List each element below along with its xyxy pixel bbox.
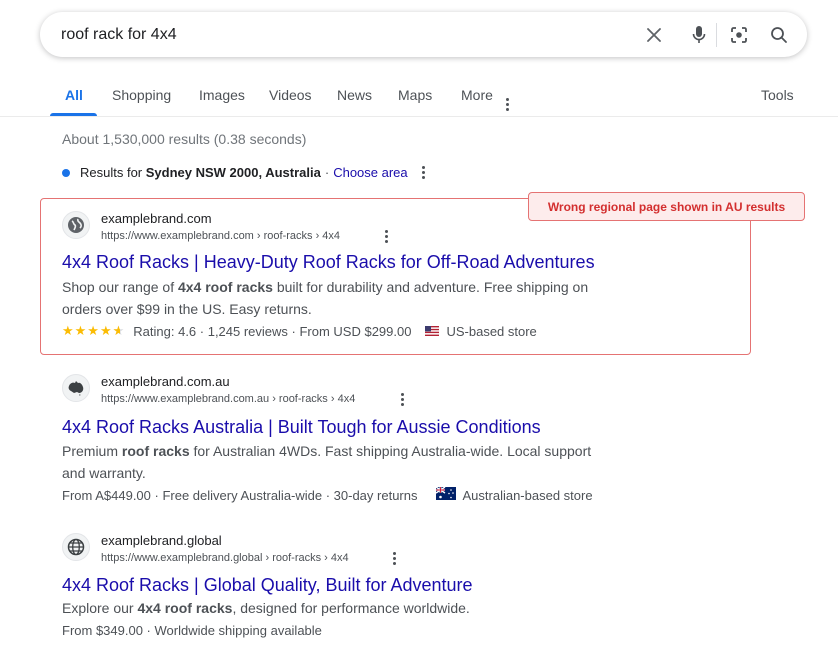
- site-name[interactable]: examplebrand.com.au: [101, 374, 230, 389]
- snippet-bold: 4x4 roof racks: [137, 600, 233, 616]
- tab-images[interactable]: Images: [199, 87, 245, 103]
- choose-area-link[interactable]: Choose area: [333, 165, 407, 180]
- snippet-text: and warranty.: [62, 465, 146, 481]
- snippet-text: orders over $99 in the US. Easy returns.: [62, 301, 312, 317]
- tabs-divider: [0, 116, 838, 117]
- meta-text: From A$449.00 · Free delivery Australia-…: [62, 487, 418, 503]
- result-options-icon[interactable]: [385, 230, 388, 243]
- location-prefix: Results for: [80, 165, 143, 180]
- tab-videos[interactable]: Videos: [269, 87, 312, 103]
- snippet-text: for Australian 4WDs. Fast shipping Austr…: [189, 443, 592, 459]
- result-options-icon[interactable]: [401, 393, 404, 406]
- search-input[interactable]: [61, 26, 621, 44]
- tab-more-label: More: [461, 87, 493, 103]
- search-result: examplebrand.com https://www.examplebran…: [62, 211, 752, 351]
- snippet-text: built for durability and adventure. Free…: [272, 279, 589, 295]
- search-result: examplebrand.com.au https://www.exampleb…: [62, 374, 752, 504]
- result-title-link[interactable]: 4x4 Roof Racks Australia | Built Tough f…: [62, 417, 541, 438]
- tab-shopping[interactable]: Shopping: [112, 87, 171, 103]
- tab-more[interactable]: More: [461, 87, 509, 111]
- location-place: Sydney NSW 2000, Australia: [145, 165, 321, 180]
- meta-text: From $349.00 · Worldwide shipping availa…: [62, 623, 322, 638]
- search-icon[interactable]: [768, 24, 790, 46]
- microphone-icon[interactable]: [688, 24, 710, 46]
- location-options-icon[interactable]: [421, 166, 425, 179]
- result-meta: ★★★★★ ★ Rating: 4.6 · 1,245 reviews · Fro…: [62, 323, 537, 339]
- result-meta: From A$449.00 · Free delivery Australia-…: [62, 486, 593, 503]
- store-label: US-based store: [446, 323, 537, 339]
- result-meta: From $349.00 · Worldwide shipping availa…: [62, 623, 322, 638]
- rating-text: Rating: 4.6 · 1,245 reviews · From USD $…: [133, 323, 412, 339]
- tab-news[interactable]: News: [337, 87, 372, 103]
- result-snippet: Premium roof racks for Australian 4WDs. …: [62, 440, 591, 484]
- tools-button[interactable]: Tools: [761, 87, 794, 103]
- tab-maps[interactable]: Maps: [398, 87, 432, 103]
- australia-map-icon: [62, 374, 90, 402]
- search-bar[interactable]: [40, 12, 807, 57]
- tab-all[interactable]: All: [65, 87, 83, 103]
- result-stats: About 1,530,000 results (0.38 seconds): [62, 131, 307, 147]
- location-dot-icon: [62, 168, 70, 177]
- result-title-link[interactable]: 4x4 Roof Racks | Heavy-Duty Roof Racks f…: [62, 252, 595, 273]
- lens-icon[interactable]: [728, 24, 750, 46]
- result-title-link[interactable]: 4x4 Roof Racks | Global Quality, Built f…: [62, 575, 473, 596]
- snippet-text: Premium: [62, 443, 122, 459]
- site-url[interactable]: https://www.examplebrand.global › roof-r…: [101, 552, 349, 564]
- search-result: examplebrand.global https://www.exampleb…: [62, 533, 752, 643]
- store-label: Australian-based store: [462, 487, 593, 503]
- us-flag-icon: [425, 324, 440, 339]
- snippet-text: Shop our range of: [62, 279, 178, 295]
- site-url[interactable]: https://www.examplebrand.com.au › roof-r…: [101, 393, 355, 405]
- site-name[interactable]: examplebrand.global: [101, 533, 222, 548]
- result-options-icon[interactable]: [393, 552, 396, 565]
- australia-flag-icon: [435, 486, 456, 503]
- result-snippet: Explore our 4x4 roof racks, designed for…: [62, 597, 470, 619]
- snippet-text: , designed for performance worldwide.: [232, 600, 470, 616]
- close-icon[interactable]: [643, 24, 665, 46]
- globe-grid-icon: [62, 533, 90, 561]
- search-divider: [716, 23, 717, 47]
- snippet-text: Explore our: [62, 600, 138, 616]
- site-url[interactable]: https://www.examplebrand.com › roof-rack…: [101, 230, 340, 242]
- search-tabs: All Shopping Images Videos News Maps Mor…: [0, 80, 838, 116]
- star-rating-icon: ★★★★★ ★: [62, 323, 126, 338]
- site-name[interactable]: examplebrand.com: [101, 211, 212, 226]
- snippet-bold: roof racks: [121, 443, 190, 459]
- more-options-icon: [505, 98, 509, 111]
- snippet-bold: 4x4 roof racks: [177, 279, 273, 295]
- result-snippet: Shop our range of 4x4 roof racks built f…: [62, 276, 588, 320]
- location-separator: ·: [324, 165, 330, 180]
- globe-icon: [62, 211, 90, 239]
- location-notice: Results for Sydney NSW 2000, Australia ·…: [62, 165, 425, 180]
